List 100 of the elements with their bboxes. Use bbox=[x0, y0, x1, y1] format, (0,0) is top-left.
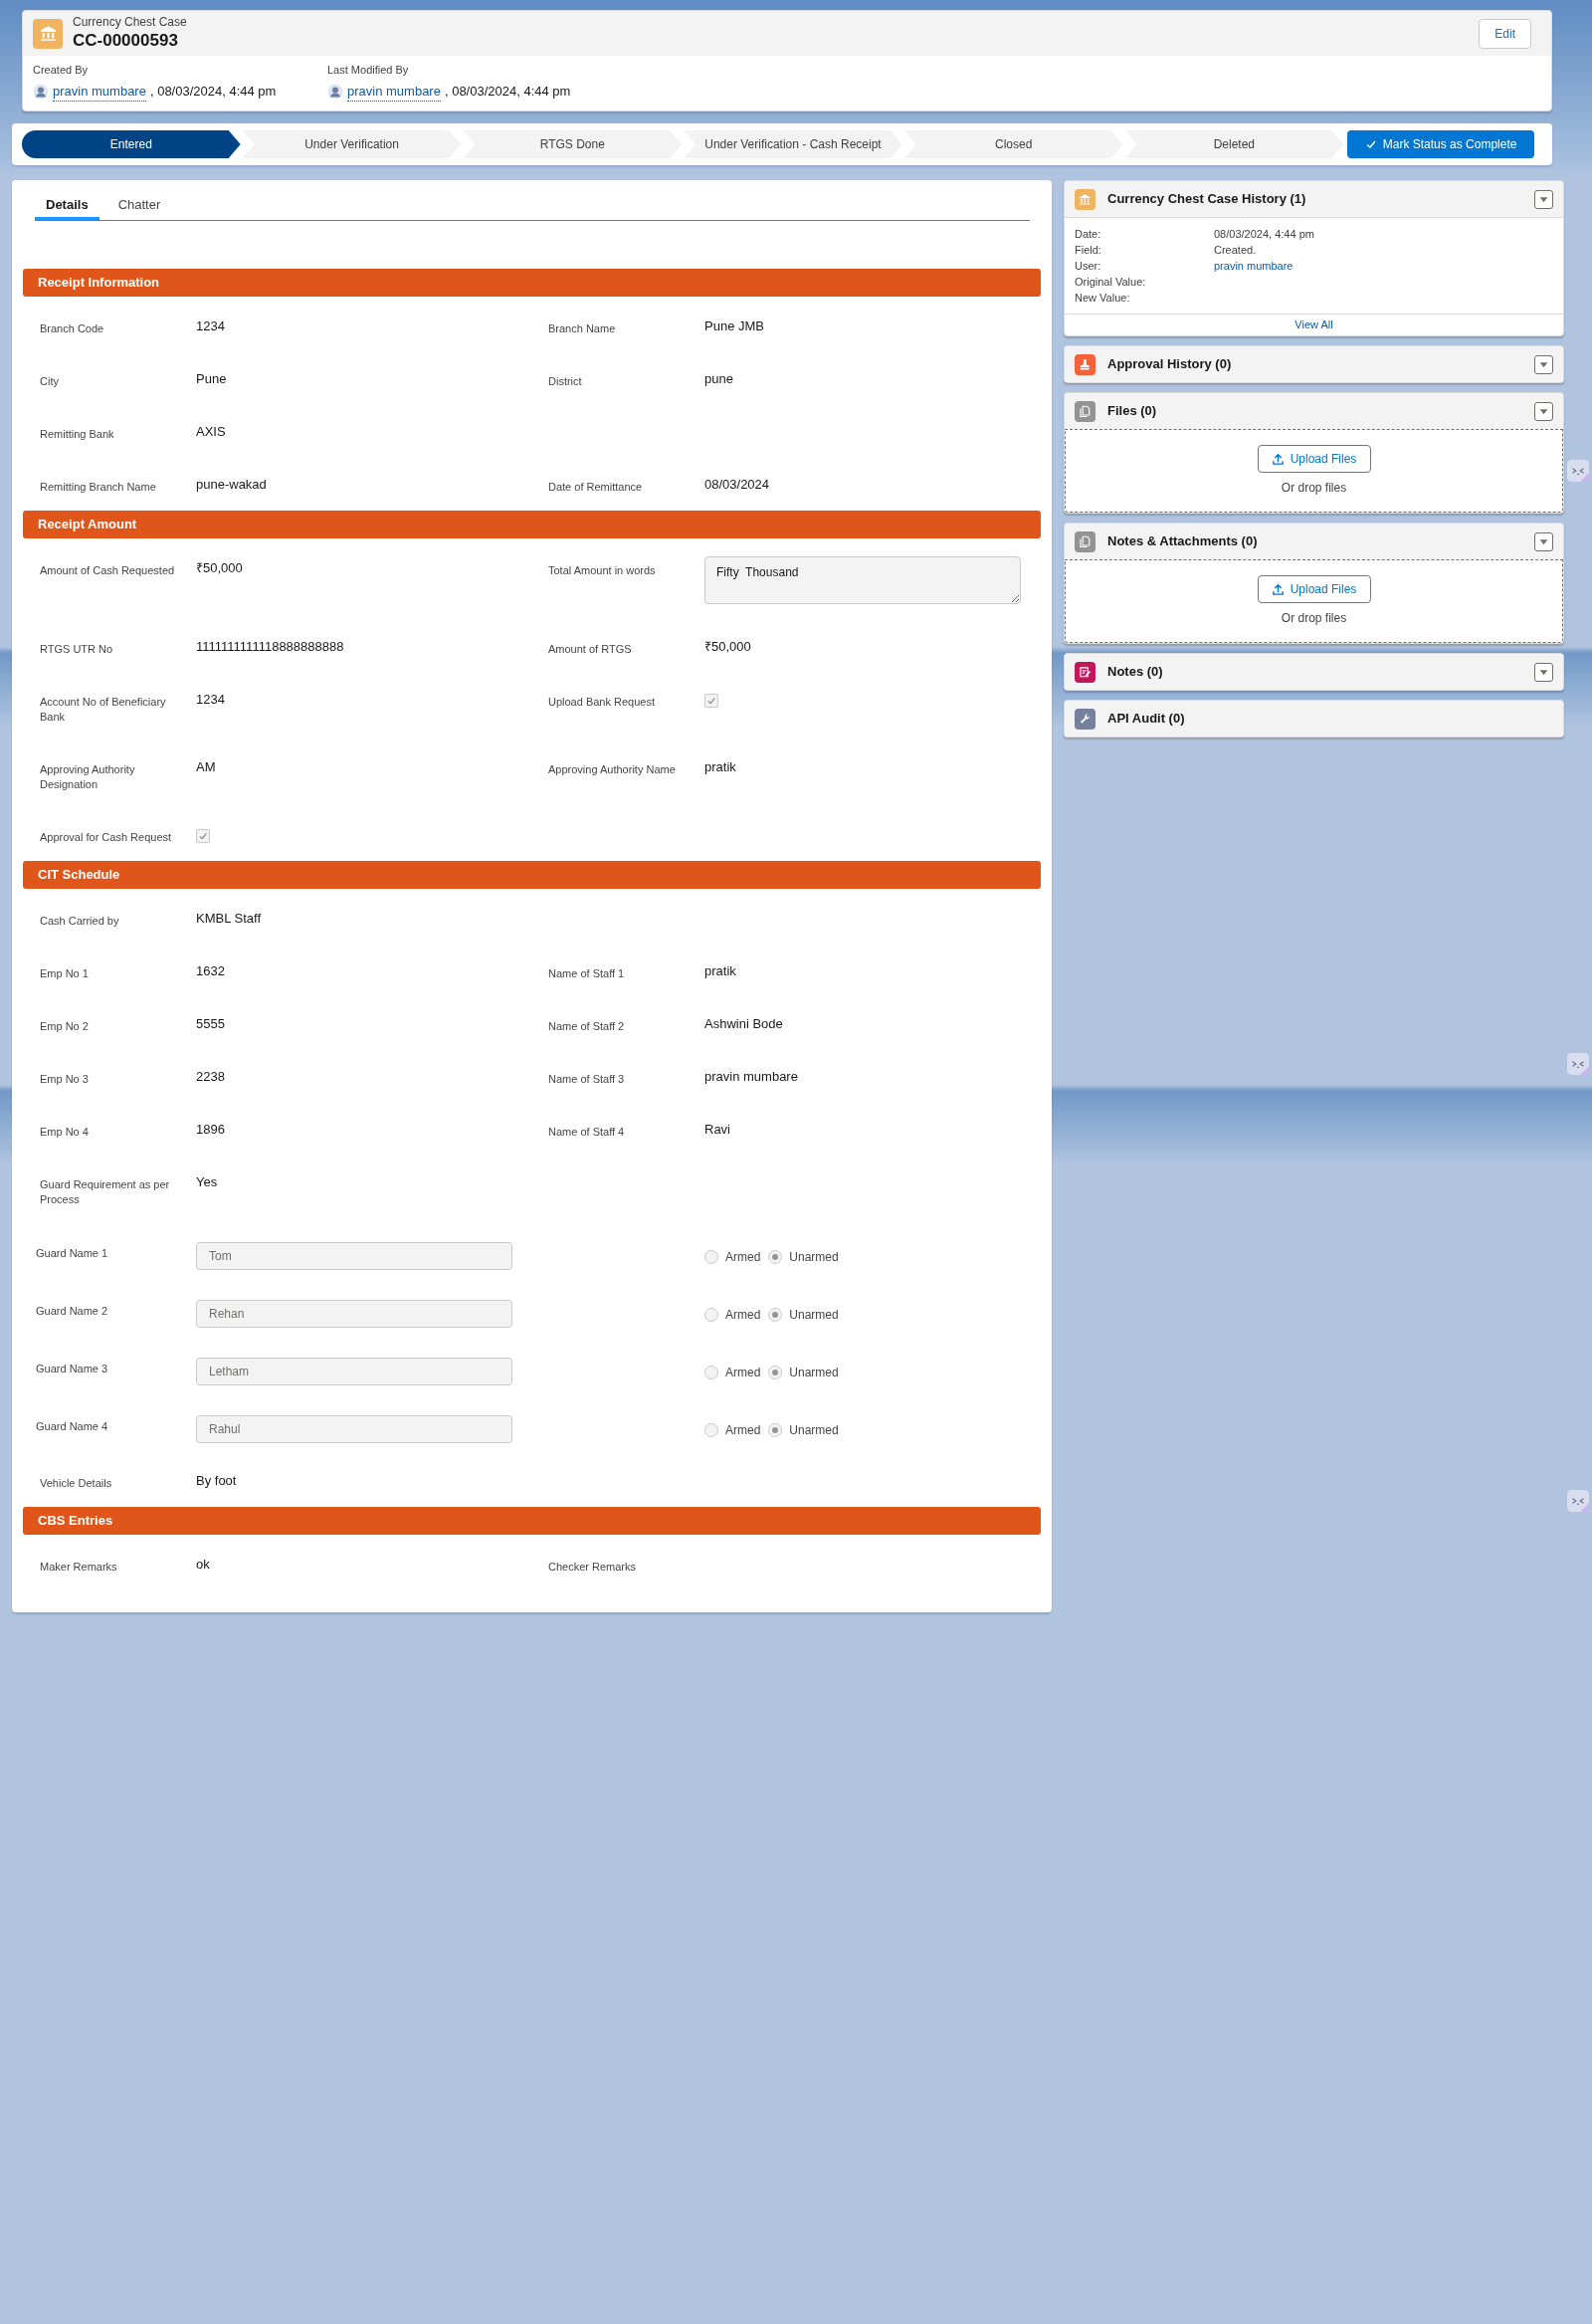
field-value: Pune bbox=[196, 371, 227, 387]
path-stage[interactable]: RTGS Done bbox=[463, 130, 683, 158]
user-avatar-icon bbox=[327, 83, 343, 100]
dropdown-button[interactable] bbox=[1534, 354, 1553, 374]
field-label: District bbox=[548, 374, 583, 389]
field-label: Maker Remarks bbox=[40, 1560, 118, 1575]
radio-option[interactable]: Armed bbox=[704, 1306, 761, 1324]
history-label: New Value: bbox=[1075, 291, 1131, 306]
field-label: Approving Authority Name bbox=[548, 762, 677, 777]
field-value: 1632 bbox=[196, 963, 225, 979]
field-value: AM bbox=[196, 759, 216, 775]
drop-zone[interactable]: Upload Files Or drop files bbox=[1065, 559, 1563, 643]
field-label: Upload Bank Request bbox=[548, 695, 656, 710]
user-link[interactable]: pravin mumbare bbox=[347, 81, 441, 102]
user-avatar-icon bbox=[33, 83, 49, 100]
upload-icon bbox=[1271, 582, 1285, 596]
upload-files-button[interactable]: Upload Files bbox=[1257, 445, 1371, 473]
dropdown-button[interactable] bbox=[1534, 401, 1553, 421]
record-title: CC-00000593 bbox=[73, 30, 179, 52]
tab[interactable]: Details bbox=[35, 192, 100, 220]
radio-option[interactable]: Armed bbox=[704, 1421, 761, 1439]
object-type: Currency Chest Case bbox=[73, 15, 187, 31]
field-value: KMBL Staff bbox=[196, 911, 262, 927]
field-value: Ashwini Bode bbox=[704, 1016, 783, 1032]
field-label: Remitting Branch Name bbox=[40, 480, 157, 495]
text-area[interactable]: Fifty Thousand bbox=[704, 556, 1021, 604]
field-label: Last Modified By bbox=[327, 63, 410, 78]
field-value: 1896 bbox=[196, 1122, 225, 1138]
dropdown-button[interactable] bbox=[1534, 531, 1553, 551]
field-value: 2238 bbox=[196, 1069, 225, 1085]
field-label: Guard Requirement as per Process bbox=[40, 1177, 171, 1207]
field-label: Cash Carried by bbox=[40, 914, 120, 929]
field-label: Name of Staff 3 bbox=[548, 1072, 626, 1087]
field-value: 1234 bbox=[196, 318, 225, 334]
check-icon bbox=[198, 831, 208, 841]
field-value: Pune JMB bbox=[704, 318, 764, 334]
section-header: CIT Schedule bbox=[23, 861, 1041, 889]
path-stage[interactable]: Deleted bbox=[1124, 130, 1344, 158]
history-label: User: bbox=[1075, 259, 1102, 274]
date-text: , 08/03/2024, 4:44 pm bbox=[444, 83, 571, 101]
field-value: ok bbox=[196, 1557, 210, 1573]
mark-complete-button[interactable]: Mark Status as Complete bbox=[1347, 130, 1534, 158]
field-label: City bbox=[40, 374, 60, 389]
radio-option[interactable]: Armed bbox=[704, 1248, 761, 1266]
field-label: Guard Name 1 bbox=[36, 1246, 109, 1261]
field-label: Emp No 3 bbox=[40, 1072, 90, 1087]
field-label: Total Amount in words bbox=[548, 563, 657, 578]
field-label: Approving Authority Designation bbox=[40, 762, 136, 792]
field-value: pune-wakad bbox=[196, 477, 267, 493]
field-label: Approval for Cash Request bbox=[40, 830, 173, 845]
field-value: By foot bbox=[196, 1473, 237, 1489]
field-label: Amount of Cash Requested bbox=[40, 563, 176, 578]
checkbox[interactable] bbox=[196, 829, 210, 843]
path-stage[interactable]: Under Verification - Cash Receipt bbox=[684, 130, 902, 158]
section-header: Receipt Amount bbox=[23, 511, 1041, 538]
field-label: Branch Name bbox=[548, 321, 617, 336]
radio-option[interactable]: Unarmed bbox=[768, 1364, 839, 1381]
dropdown-button[interactable] bbox=[1534, 662, 1553, 682]
radio-option[interactable]: Armed bbox=[704, 1364, 761, 1381]
field-label: Created By bbox=[33, 63, 90, 78]
radio-option[interactable]: Unarmed bbox=[768, 1306, 839, 1324]
radio-option[interactable]: Unarmed bbox=[768, 1248, 839, 1266]
drop-zone[interactable]: Upload Files Or drop files bbox=[1065, 429, 1563, 513]
history-value: Created. bbox=[1214, 243, 1258, 258]
user-link[interactable]: pravin mumbare bbox=[53, 81, 146, 102]
section-header: CBS Entries bbox=[23, 1507, 1041, 1535]
field-value: ₹50,000 bbox=[196, 560, 243, 576]
widget-icon[interactable] bbox=[1567, 1490, 1589, 1512]
field-value: 5555 bbox=[196, 1016, 225, 1032]
checkbox[interactable] bbox=[704, 694, 718, 708]
user-link[interactable]: pravin mumbare bbox=[1214, 258, 1553, 274]
field-label: Emp No 2 bbox=[40, 1019, 90, 1034]
field-label: Checker Remarks bbox=[548, 1560, 638, 1575]
field-label: Amount of RTGS bbox=[548, 642, 633, 657]
field-value: 08/03/2024 bbox=[704, 477, 770, 493]
path-stage[interactable]: Entered bbox=[22, 130, 241, 158]
view-all-link[interactable]: View All bbox=[1294, 317, 1333, 333]
tab[interactable]: Chatter bbox=[106, 192, 172, 220]
edit-button[interactable]: Edit bbox=[1479, 18, 1531, 49]
field-value: pratik bbox=[704, 759, 736, 775]
history-label: Field: bbox=[1075, 243, 1102, 258]
drop-hint: Or drop files bbox=[1281, 480, 1347, 497]
check-icon bbox=[706, 696, 716, 706]
section-header: Receipt Information bbox=[23, 269, 1041, 297]
field-label: Branch Code bbox=[40, 321, 105, 336]
field-label: Guard Name 3 bbox=[36, 1362, 109, 1376]
field-label: Name of Staff 2 bbox=[548, 1019, 626, 1034]
field-label: Name of Staff 4 bbox=[548, 1125, 626, 1140]
dropdown-button[interactable] bbox=[1534, 189, 1553, 209]
history-label: Original Value: bbox=[1075, 275, 1147, 290]
upload-icon bbox=[1271, 452, 1285, 466]
field-label: Date of Remittance bbox=[548, 480, 644, 495]
upload-files-button[interactable]: Upload Files bbox=[1257, 575, 1371, 603]
field-label: Guard Name 4 bbox=[36, 1419, 109, 1434]
path-stage[interactable]: Under Verification bbox=[242, 130, 462, 158]
radio-option[interactable]: Unarmed bbox=[768, 1421, 839, 1439]
field-label: RTGS UTR No bbox=[40, 642, 114, 657]
widget-icon[interactable] bbox=[1567, 460, 1589, 482]
path-stage[interactable]: Closed bbox=[903, 130, 1123, 158]
widget-icon[interactable] bbox=[1567, 1053, 1589, 1075]
